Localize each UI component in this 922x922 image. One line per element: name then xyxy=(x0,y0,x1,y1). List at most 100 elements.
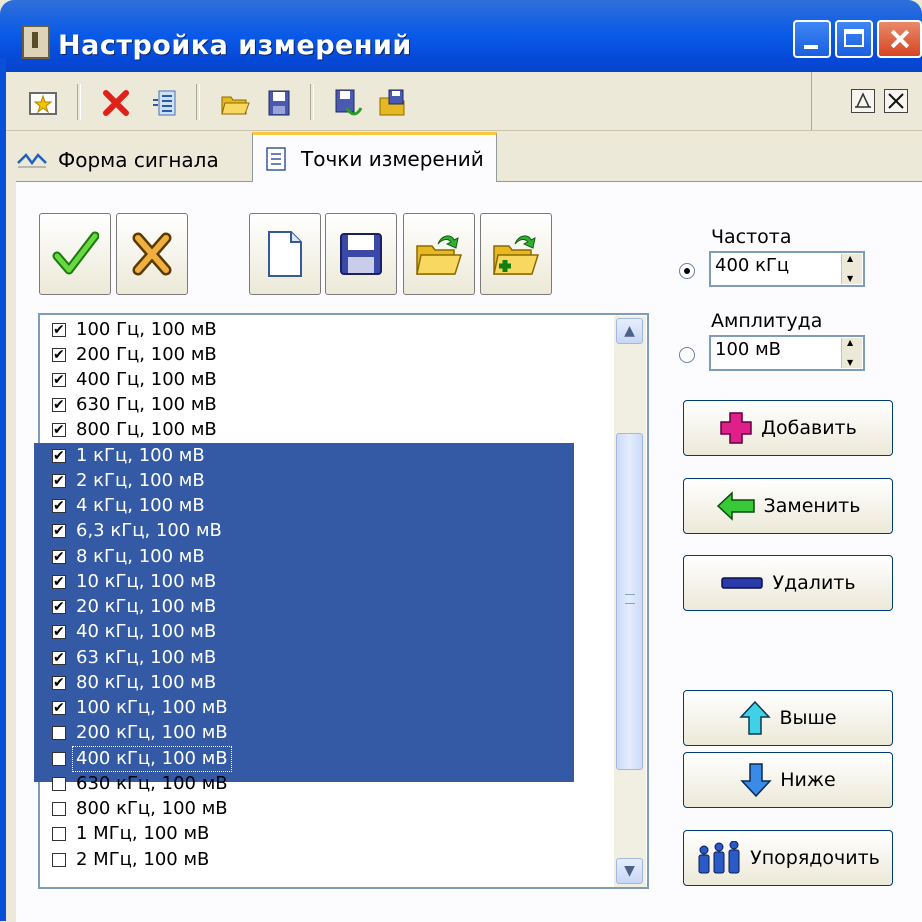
add-button-label: Добавить xyxy=(761,417,857,439)
frequency-spinner[interactable]: 400 кГц xyxy=(709,251,865,287)
arrow-left-icon xyxy=(716,491,755,521)
list-item[interactable]: 6,3 кГц, 100 мВ xyxy=(40,519,612,543)
list-item[interactable]: 400 кГц, 100 мВ xyxy=(40,746,612,772)
list-item[interactable]: 63 кГц, 100 мВ xyxy=(40,646,612,670)
item-checkbox[interactable] xyxy=(52,343,66,367)
open-save-icon[interactable] xyxy=(378,88,408,118)
list-item[interactable]: 630 кГц, 100 мВ xyxy=(40,772,612,796)
load-list-button[interactable] xyxy=(403,213,475,295)
amplitude-spin-arrows[interactable] xyxy=(841,338,862,368)
list-item-label: 400 Гц, 100 мВ xyxy=(76,369,217,390)
tab-waveform-label: Форма сигнала xyxy=(58,148,219,172)
list-item[interactable]: 200 кГц, 100 мВ xyxy=(40,721,612,745)
item-checkbox[interactable] xyxy=(52,777,66,791)
minus-icon xyxy=(721,577,764,589)
list-item-label: 100 Гц, 100 мВ xyxy=(76,319,217,340)
sort-button[interactable]: Упорядочить xyxy=(683,830,893,886)
list-item[interactable]: 400 Гц, 100 мВ xyxy=(40,368,612,392)
sort-button-label: Упорядочить xyxy=(750,847,880,869)
scroll-thumb[interactable] xyxy=(616,433,643,770)
item-checkbox[interactable] xyxy=(52,444,66,468)
item-checkbox[interactable] xyxy=(52,620,66,644)
item-checkbox[interactable] xyxy=(52,418,66,442)
dock-icon xyxy=(855,92,871,108)
list-item[interactable]: 800 кГц, 100 мВ xyxy=(40,797,612,821)
list-item-label: 10 кГц, 100 мВ xyxy=(76,571,217,592)
move-up-button[interactable]: Выше xyxy=(683,690,893,746)
frequency-value: 400 кГц xyxy=(715,255,790,276)
close-button[interactable] xyxy=(877,20,922,58)
list-item-label: 2 МГц, 100 мВ xyxy=(76,849,210,870)
item-checkbox[interactable] xyxy=(52,494,66,518)
list-item[interactable]: 1 кГц, 100 мВ xyxy=(40,444,612,468)
checkmark-icon xyxy=(52,231,99,275)
frequency-spin-arrows[interactable] xyxy=(841,254,862,284)
tab-waveform[interactable]: Форма сигнала xyxy=(16,139,219,181)
amplitude-spinner[interactable]: 100 мВ xyxy=(709,335,865,371)
list-item[interactable]: 80 кГц, 100 мВ xyxy=(40,671,612,695)
list-item[interactable]: 8 кГц, 100 мВ xyxy=(40,545,612,569)
list-item-label: 40 кГц, 100 мВ xyxy=(76,621,217,642)
new-document-icon xyxy=(268,231,302,277)
list-item-label: 20 кГц, 100 мВ xyxy=(76,596,217,617)
item-checkbox[interactable] xyxy=(52,368,66,392)
list-item[interactable]: 630 Гц, 100 мВ xyxy=(40,393,612,417)
move-down-button[interactable]: Ниже xyxy=(683,752,893,808)
item-checkbox[interactable] xyxy=(52,802,66,816)
open-folder-icon[interactable] xyxy=(220,88,250,118)
item-checkbox[interactable] xyxy=(52,393,66,417)
delete-button[interactable]: Удалить xyxy=(683,555,893,611)
accept-button[interactable] xyxy=(39,213,111,295)
cancel-button[interactable] xyxy=(116,213,188,295)
item-checkbox[interactable] xyxy=(52,752,66,766)
list-item-label: 80 кГц, 100 мВ xyxy=(76,672,217,693)
item-checkbox[interactable] xyxy=(52,519,66,543)
list-settings-icon[interactable] xyxy=(150,88,180,118)
append-list-button[interactable] xyxy=(480,213,552,295)
list-item[interactable]: 2 МГц, 100 мВ xyxy=(40,848,612,872)
new-favorite-icon[interactable] xyxy=(28,88,58,118)
item-checkbox[interactable] xyxy=(52,318,66,342)
item-checkbox[interactable] xyxy=(52,570,66,594)
item-checkbox[interactable] xyxy=(52,853,66,867)
item-checkbox[interactable] xyxy=(52,696,66,720)
list-item[interactable]: 100 Гц, 100 мВ xyxy=(40,318,612,342)
dock-button[interactable] xyxy=(851,89,875,113)
amplitude-radio[interactable] xyxy=(679,347,695,363)
list-item[interactable]: 1 МГц, 100 мВ xyxy=(40,822,612,846)
save-list-button[interactable] xyxy=(325,213,397,295)
item-checkbox[interactable] xyxy=(52,545,66,569)
list-item[interactable]: 4 кГц, 100 мВ xyxy=(40,494,612,518)
item-checkbox[interactable] xyxy=(52,827,66,841)
minimize-button[interactable] xyxy=(793,20,831,58)
list-item[interactable]: 100 кГц, 100 мВ xyxy=(40,696,612,720)
list-scrollbar[interactable]: ▲ ▼ xyxy=(614,316,646,887)
list-item[interactable]: 20 кГц, 100 мВ xyxy=(40,595,612,619)
item-checkbox[interactable] xyxy=(52,595,66,619)
add-button[interactable]: Добавить xyxy=(683,400,893,456)
item-checkbox[interactable] xyxy=(52,469,66,493)
scroll-down-button[interactable]: ▼ xyxy=(616,858,643,884)
list-item[interactable]: 800 Гц, 100 мВ xyxy=(40,418,612,442)
list-item[interactable]: 200 Гц, 100 мВ xyxy=(40,343,612,367)
item-checkbox[interactable] xyxy=(52,646,66,670)
list-item[interactable]: 2 кГц, 100 мВ xyxy=(40,469,612,493)
list-item[interactable]: 10 кГц, 100 мВ xyxy=(40,570,612,594)
save-icon[interactable] xyxy=(265,88,295,118)
tab-measurement-points[interactable]: Точки измерений xyxy=(252,132,497,182)
item-checkbox[interactable] xyxy=(52,671,66,695)
close-panel-button[interactable] xyxy=(884,89,908,113)
item-checkbox[interactable] xyxy=(52,726,66,740)
floppy-save-icon xyxy=(340,233,382,275)
list-rows: 100 Гц, 100 мВ 200 Гц, 100 мВ 400 Гц, 10… xyxy=(40,318,612,886)
scroll-up-button[interactable]: ▲ xyxy=(616,318,643,344)
arrow-up-icon xyxy=(739,700,772,735)
cancel-x-icon xyxy=(132,232,172,276)
list-item[interactable]: 40 кГц, 100 мВ xyxy=(40,620,612,644)
delete-icon[interactable] xyxy=(101,88,131,118)
replace-button[interactable]: Заменить xyxy=(683,478,893,534)
save-all-icon[interactable] xyxy=(333,88,363,118)
new-list-button[interactable] xyxy=(249,213,321,295)
frequency-radio[interactable] xyxy=(679,263,695,279)
maximize-button[interactable] xyxy=(835,20,873,58)
